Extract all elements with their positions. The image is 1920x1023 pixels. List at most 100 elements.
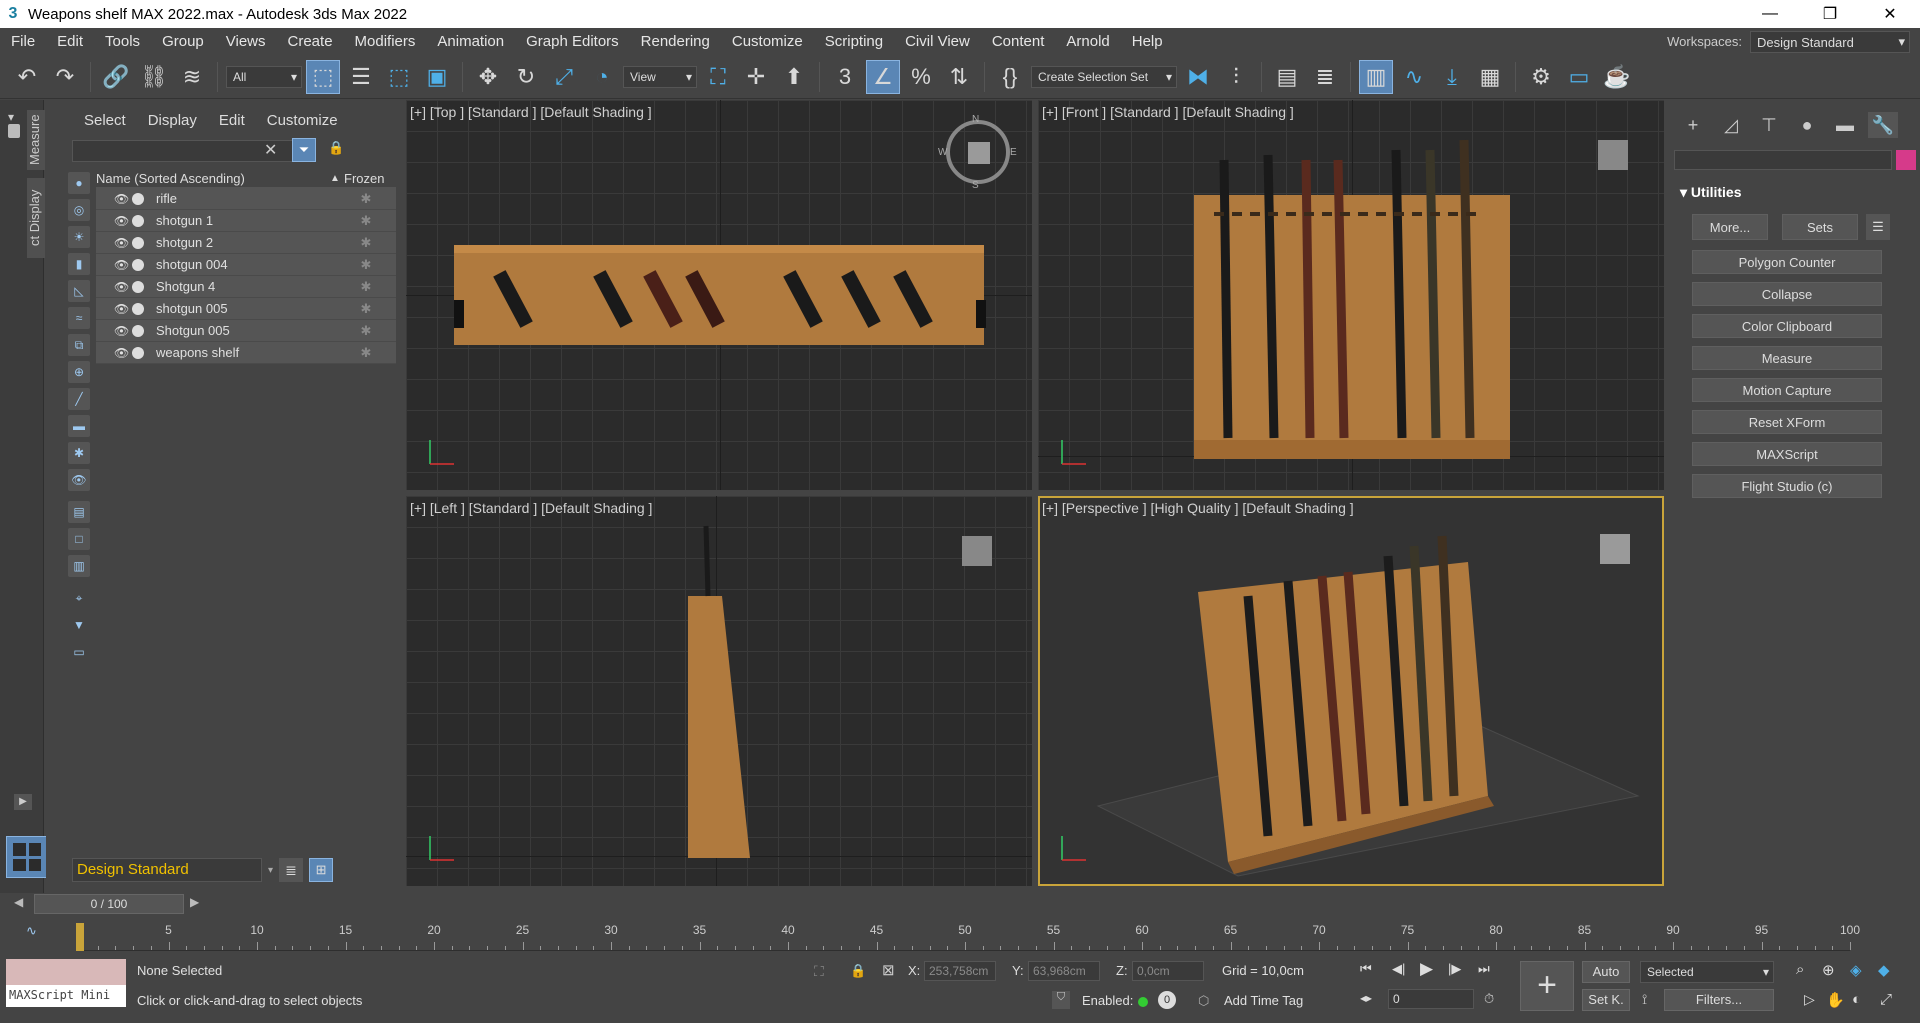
sets-button[interactable]: Sets: [1782, 214, 1858, 240]
viewport-top[interactable]: [+] [Top ] [Standard ] [Default Shading …: [406, 100, 1032, 490]
visibility-eye-icon[interactable]: 👁: [114, 236, 132, 250]
modify-tab-icon[interactable]: ◿: [1716, 112, 1746, 138]
visibility-eye-icon[interactable]: 👁: [114, 324, 132, 338]
current-frame-marker[interactable]: [76, 923, 84, 951]
viewport-front[interactable]: [+] [Front ] [Standard ] [Default Shadin…: [1038, 100, 1664, 490]
polygon-counter-button[interactable]: Polygon Counter: [1692, 250, 1882, 274]
viewport-left[interactable]: [+] [Left ] [Standard ] [Default Shading…: [406, 496, 1032, 886]
column-header-frozen[interactable]: Frozen: [344, 171, 384, 186]
menu-scripting[interactable]: Scripting: [814, 33, 894, 50]
pivot-point-icon[interactable]: ⛶: [701, 60, 735, 94]
viewport-label-front[interactable]: [+] [Front ] [Standard ] [Default Shadin…: [1042, 104, 1294, 120]
unlink-icon[interactable]: ⛓: [137, 60, 171, 94]
viewport-label-left[interactable]: [+] [Left ] [Standard ] [Default Shading…: [410, 500, 652, 516]
current-frame-field[interactable]: 0: [1388, 989, 1474, 1009]
list-item[interactable]: 👁 shotgun 1 ✱: [96, 210, 396, 232]
viewport-perspective[interactable]: [+] [Perspective ] [High Quality ] [Defa…: [1038, 496, 1664, 886]
color-clipboard-button[interactable]: Color Clipboard: [1692, 314, 1882, 338]
close-icon[interactable]: ✕: [1860, 0, 1920, 28]
isolate-selection-icon[interactable]: ⛶: [814, 963, 824, 980]
display-spacewarps-icon[interactable]: ≈: [68, 307, 90, 329]
redo-icon[interactable]: ↷: [48, 60, 82, 94]
set-key-button[interactable]: Set K.: [1582, 989, 1630, 1011]
zoom-extents-icon[interactable]: ◈: [1850, 961, 1862, 979]
render-setup-icon[interactable]: ⚙: [1524, 60, 1558, 94]
display-helpers-icon[interactable]: ◺: [68, 280, 90, 302]
rectangular-selection-icon[interactable]: ⬚: [382, 60, 416, 94]
layer-explorer-icon[interactable]: ≣: [1308, 60, 1342, 94]
display-lights-icon[interactable]: ☀: [68, 226, 90, 248]
move-icon[interactable]: ✥: [471, 60, 505, 94]
freeze-snowflake-icon[interactable]: ✱: [356, 235, 376, 251]
chevron-down-icon[interactable]: ▾: [268, 865, 273, 876]
reference-coordinate-dropdown[interactable]: View: [623, 65, 697, 88]
visibility-eye-icon[interactable]: 👁: [114, 258, 132, 272]
key-mode-icon[interactable]: ◂▸: [1360, 991, 1372, 1005]
display-none-icon[interactable]: □: [68, 528, 90, 550]
menu-modifiers[interactable]: Modifiers: [344, 33, 427, 50]
visibility-eye-icon[interactable]: 👁: [114, 280, 132, 294]
visibility-eye-icon[interactable]: 👁: [114, 302, 132, 316]
prev-frame-arrow-icon[interactable]: ◀: [14, 895, 23, 909]
enabled-indicator-icon[interactable]: [1138, 997, 1148, 1007]
auto-key-button[interactable]: Auto: [1582, 961, 1630, 983]
menu-group[interactable]: Group: [151, 33, 215, 50]
key-filter-dropdown[interactable]: Selected: [1640, 961, 1774, 983]
curve-editor-mini-icon[interactable]: ∿: [26, 923, 37, 939]
toggle-ribbon-icon[interactable]: ▥: [1359, 59, 1393, 94]
freeze-snowflake-icon[interactable]: ✱: [356, 257, 376, 273]
create-tab-icon[interactable]: +: [1678, 112, 1708, 138]
menu-animation[interactable]: Animation: [426, 33, 515, 50]
list-item[interactable]: 👁 weapons shelf ✱: [96, 342, 396, 364]
y-coordinate-field[interactable]: 63,968cm: [1028, 961, 1100, 981]
selection-filter-dropdown[interactable]: All: [226, 65, 302, 88]
display-all-icon[interactable]: ▤: [68, 501, 90, 523]
viewcube-front-icon[interactable]: [1598, 140, 1628, 170]
menu-graph-editors[interactable]: Graph Editors: [515, 33, 630, 50]
utilities-tab-icon[interactable]: 🔧: [1868, 112, 1898, 138]
menu-arnold[interactable]: Arnold: [1055, 33, 1120, 50]
maxscript-mini-input[interactable]: MAXScript Mini: [6, 985, 126, 1007]
list-item[interactable]: 👁 rifle ✱: [96, 188, 396, 210]
goto-start-icon[interactable]: ⏮: [1360, 961, 1372, 977]
material-editor-icon[interactable]: ▦: [1473, 60, 1507, 94]
select-by-name-icon[interactable]: ☰: [344, 60, 378, 94]
zoom-all-icon[interactable]: ⊕: [1822, 961, 1835, 979]
menu-civil-view[interactable]: Civil View: [894, 33, 981, 50]
mirror-icon[interactable]: ⧓: [1181, 60, 1215, 94]
rendered-frame-window-icon[interactable]: ▭: [1562, 60, 1596, 94]
set-key-icon[interactable]: +: [1520, 961, 1574, 1011]
edit-named-selection-icon[interactable]: {}: [993, 60, 1027, 94]
pan-hand-icon[interactable]: ✋: [1826, 991, 1845, 1009]
orbit-icon[interactable]: ◐: [1852, 991, 1861, 1008]
lock-icon[interactable]: 🔒: [328, 140, 344, 156]
tab-measure[interactable]: Measure: [27, 110, 45, 170]
goto-end-icon[interactable]: ⏭: [1478, 961, 1490, 977]
display-bones-icon[interactable]: ╱: [68, 388, 90, 410]
curve-editor-icon[interactable]: ∿: [1397, 60, 1431, 94]
percent-snap-icon[interactable]: %: [904, 60, 938, 94]
snaps-toggle-icon[interactable]: 3: [828, 60, 862, 94]
motion-capture-button[interactable]: Motion Capture: [1692, 378, 1882, 402]
view-compass[interactable]: [946, 120, 1010, 184]
display-invert-icon[interactable]: ▥: [68, 555, 90, 577]
pin-icon[interactable]: [8, 124, 20, 138]
bind-space-warp-icon[interactable]: ≋: [175, 60, 209, 94]
menu-help[interactable]: Help: [1121, 33, 1174, 50]
menu-edit[interactable]: Edit: [46, 33, 94, 50]
tag-icon[interactable]: ▭: [68, 641, 90, 663]
display-xrefs-icon[interactable]: ⊕: [68, 361, 90, 383]
collapse-button[interactable]: Collapse: [1692, 282, 1882, 306]
se-menu-display[interactable]: Display: [148, 112, 197, 129]
se-menu-edit[interactable]: Edit: [219, 112, 245, 129]
zoom-icon[interactable]: ⌕: [1796, 961, 1804, 978]
menu-create[interactable]: Create: [277, 33, 344, 50]
menu-file[interactable]: File: [0, 33, 46, 50]
layers-icon[interactable]: ≣: [279, 858, 304, 882]
absolute-mode-icon[interactable]: ⊠: [882, 961, 895, 979]
viewcube-perspective-icon[interactable]: [1600, 534, 1630, 564]
reset-xform-button[interactable]: Reset XForm: [1692, 410, 1882, 434]
render-production-icon[interactable]: ☕: [1600, 60, 1634, 94]
freeze-snowflake-icon[interactable]: ✱: [356, 301, 376, 317]
display-cameras-icon[interactable]: ▮: [68, 253, 90, 275]
